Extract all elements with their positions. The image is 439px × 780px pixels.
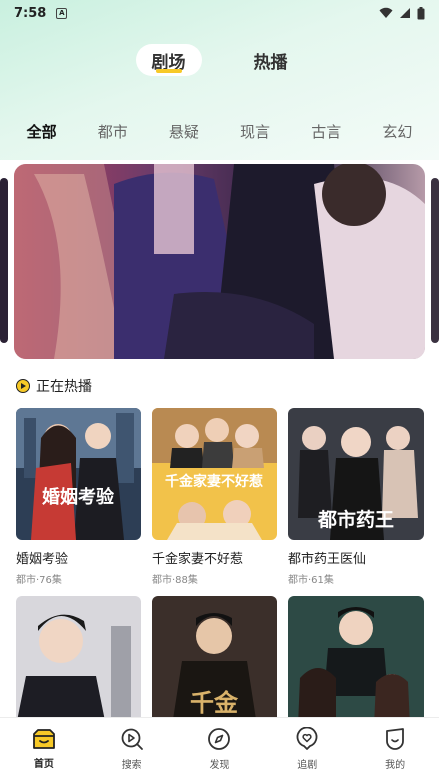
- drama-card[interactable]: 千金: [152, 596, 277, 726]
- drama-poster[interactable]: 婚姻考验: [16, 408, 141, 540]
- bottom-navigation: 首页 搜索 发现 追剧 我的: [0, 717, 439, 780]
- drama-meta: 都市·76集: [16, 575, 62, 586]
- nav-profile-label: 我的: [385, 760, 406, 771]
- nav-search-label: 搜索: [121, 760, 142, 771]
- nav-following[interactable]: 追剧: [277, 727, 337, 771]
- signal-icon: [400, 8, 410, 18]
- drama-card[interactable]: 婚姻考验 婚姻考验 都市·76集: [16, 408, 141, 586]
- drama-poster[interactable]: [16, 596, 141, 726]
- category-modern-romance[interactable]: 现言: [240, 121, 270, 142]
- status-time: 7:58: [14, 5, 47, 21]
- tab-trending[interactable]: 热播: [238, 44, 304, 76]
- battery-icon: [417, 6, 425, 19]
- heart-chat-icon: [296, 727, 318, 750]
- category-all[interactable]: 全部: [27, 121, 57, 142]
- drama-grid-row2: 千金: [16, 596, 424, 726]
- drama-card[interactable]: [288, 596, 424, 726]
- active-tab-indicator: [155, 69, 182, 73]
- category-urban[interactable]: 都市: [98, 121, 128, 142]
- nav-following-label: 追剧: [297, 760, 318, 771]
- profile-icon: [386, 728, 404, 750]
- search-play-icon: [121, 728, 143, 750]
- drama-card[interactable]: 千金家妻不好惹 千金家妻不好惹 都市·88集: [152, 408, 277, 586]
- tab-trending-label: 热播: [253, 52, 288, 73]
- notification-icon: A: [56, 7, 68, 19]
- nav-home[interactable]: 首页: [14, 728, 74, 770]
- tab-theater[interactable]: 剧场: [135, 44, 202, 76]
- drama-poster[interactable]: 千金家妻不好惹: [152, 408, 277, 540]
- drama-card[interactable]: 都市药王 都市药王医仙 都市·61集: [288, 408, 424, 586]
- banner-next-peek: [431, 178, 439, 343]
- drama-meta: 都市·61集: [288, 575, 334, 586]
- category-suspense[interactable]: 悬疑: [169, 121, 199, 142]
- poster-title-text: 都市药王: [317, 508, 394, 531]
- home-icon: [32, 729, 55, 749]
- banner-prev-peek: [0, 178, 8, 343]
- nav-home-label: 首页: [33, 759, 54, 770]
- play-circle-icon: [16, 379, 30, 393]
- banner-carousel[interactable]: [0, 164, 439, 359]
- drama-title[interactable]: 婚姻考验: [16, 548, 141, 567]
- drama-poster[interactable]: 千金: [152, 596, 277, 726]
- compass-icon: [208, 728, 231, 750]
- poster-title-text: 婚姻考验: [42, 486, 115, 508]
- poster-title-text: 千金: [190, 688, 239, 717]
- banner-image[interactable]: [14, 164, 425, 359]
- category-ancient-romance[interactable]: 古言: [311, 121, 341, 142]
- nav-profile[interactable]: 我的: [365, 727, 425, 771]
- drama-grid: 婚姻考验 婚姻考验 都市·76集 千金家妻不好惹 千金家妻不好惹 都市·88集 …: [16, 408, 424, 586]
- wifi-icon: [379, 7, 393, 18]
- main-tabs: 剧场 热播: [0, 44, 439, 76]
- status-icons: [379, 6, 425, 20]
- nav-search[interactable]: 搜索: [102, 727, 162, 771]
- drama-poster[interactable]: 都市药王: [288, 408, 424, 540]
- drama-poster[interactable]: [288, 596, 424, 726]
- now-playing-header: 正在热播: [16, 376, 92, 396]
- nav-discover[interactable]: 发现: [189, 727, 249, 771]
- drama-title[interactable]: 都市药王医仙: [288, 548, 424, 567]
- status-bar: 7:58 A: [0, 0, 439, 26]
- poster-title-text: 千金家妻不好惹: [165, 473, 263, 490]
- nav-discover-label: 发现: [209, 760, 230, 771]
- category-filter: 全部 都市 悬疑 现言 古言 玄幻: [0, 116, 439, 146]
- section-title: 正在热播: [36, 379, 92, 395]
- category-fantasy[interactable]: 玄幻: [382, 121, 412, 142]
- drama-card[interactable]: [16, 596, 141, 726]
- drama-meta: 都市·88集: [152, 575, 198, 586]
- drama-title[interactable]: 千金家妻不好惹: [152, 548, 277, 567]
